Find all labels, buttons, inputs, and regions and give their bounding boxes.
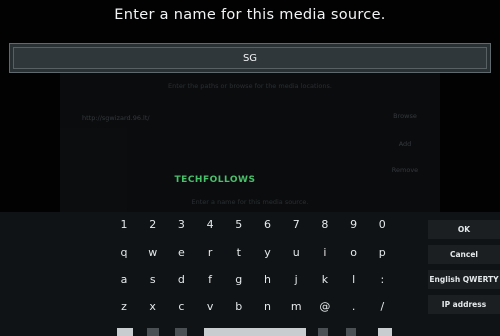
caps-key[interactable]: [175, 328, 187, 336]
key-8[interactable]: 8: [313, 215, 337, 235]
key-d[interactable]: d: [169, 270, 193, 290]
background-instruction: Enter the paths or browse for the media …: [168, 82, 332, 90]
key-6[interactable]: 6: [256, 215, 280, 235]
key-colon[interactable]: :: [370, 270, 394, 290]
key-q[interactable]: q: [112, 243, 136, 263]
key-slash[interactable]: /: [370, 297, 394, 317]
key-z[interactable]: z: [112, 297, 136, 317]
backspace-key[interactable]: [378, 328, 392, 336]
key-u[interactable]: u: [284, 243, 308, 263]
background-add-button: Add: [398, 140, 412, 148]
background-name-instruction: Enter a name for this media source.: [191, 198, 309, 206]
shift-key[interactable]: [117, 328, 133, 336]
symbols-key[interactable]: [147, 328, 159, 336]
background-remove-button: Remove: [391, 166, 419, 174]
key-k[interactable]: k: [313, 270, 337, 290]
key-p[interactable]: p: [370, 243, 394, 263]
key-9[interactable]: 9: [342, 215, 366, 235]
key-j[interactable]: j: [284, 270, 308, 290]
key-g[interactable]: g: [227, 270, 251, 290]
key-i[interactable]: i: [313, 243, 337, 263]
left-arrow-key[interactable]: [318, 328, 328, 336]
right-arrow-key[interactable]: [346, 328, 356, 336]
key-m[interactable]: m: [284, 297, 308, 317]
key-s[interactable]: s: [141, 270, 165, 290]
key-c[interactable]: c: [169, 297, 193, 317]
space-key[interactable]: [204, 328, 306, 336]
key-b[interactable]: b: [227, 297, 251, 317]
key-l[interactable]: l: [342, 270, 366, 290]
watermark-logo: TECHFOLLOWS: [174, 175, 256, 185]
background-source-path: http://sgwizard.96.lt/: [82, 114, 150, 122]
layout-button[interactable]: English QWERTY: [428, 270, 500, 289]
key-y[interactable]: y: [256, 243, 280, 263]
key-r[interactable]: r: [198, 243, 222, 263]
key-a[interactable]: a: [112, 270, 136, 290]
key-t[interactable]: t: [227, 243, 251, 263]
key-at[interactable]: @: [313, 297, 337, 317]
key-w[interactable]: w: [141, 243, 165, 263]
key-0[interactable]: 0: [370, 215, 394, 235]
key-3[interactable]: 3: [169, 215, 193, 235]
key-4[interactable]: 4: [198, 215, 222, 235]
key-1[interactable]: 1: [112, 215, 136, 235]
key-e[interactable]: e: [169, 243, 193, 263]
key-2[interactable]: 2: [141, 215, 165, 235]
key-o[interactable]: o: [342, 243, 366, 263]
key-7[interactable]: 7: [284, 215, 308, 235]
key-n[interactable]: n: [256, 297, 280, 317]
key-x[interactable]: x: [141, 297, 165, 317]
key-v[interactable]: v: [198, 297, 222, 317]
media-source-name-field[interactable]: SG: [9, 43, 491, 73]
background-dialog: Enter the paths or browse for the media …: [60, 70, 440, 220]
cancel-button[interactable]: Cancel: [428, 245, 500, 264]
dialog-title: Enter a name for this media source.: [114, 7, 386, 23]
ok-button[interactable]: OK: [428, 220, 500, 239]
ip-address-button[interactable]: IP address: [428, 295, 500, 314]
key-h[interactable]: h: [256, 270, 280, 290]
media-source-name-value[interactable]: SG: [13, 47, 487, 69]
key-period[interactable]: .: [342, 297, 366, 317]
key-f[interactable]: f: [198, 270, 222, 290]
background-browse-button: Browse: [393, 112, 417, 120]
key-5[interactable]: 5: [227, 215, 251, 235]
